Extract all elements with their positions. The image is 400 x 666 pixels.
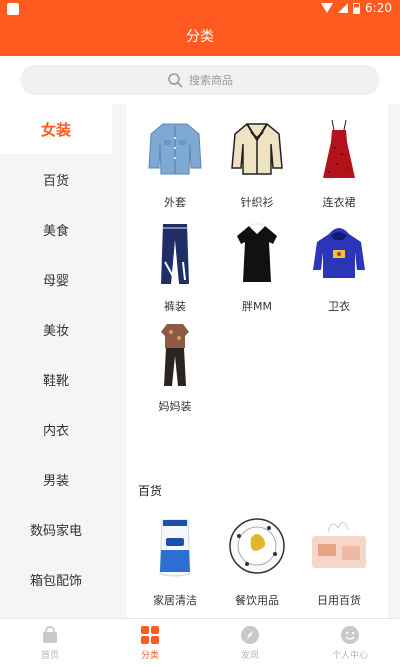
sidebar-item-label: 女装	[40, 120, 71, 139]
category-sidebar: 女装 百货 美食 母婴 美妆 鞋靴 内衣 男装 数码家电 箱包配饰	[0, 104, 112, 618]
sidebar-item-men[interactable]: 男装	[0, 454, 112, 504]
search-icon	[168, 73, 183, 88]
category-item-tableware[interactable]: 餐饮用品	[213, 516, 301, 608]
sidebar-item-label: 美妆	[42, 323, 69, 339]
category-label: 胖MM	[242, 300, 272, 313]
category-label: 家居清洁	[153, 594, 197, 607]
tab-label: 个人中心	[331, 650, 368, 661]
category-item-hoodie[interactable]: 卫衣	[295, 222, 383, 314]
category-content: … 衬衫 T恤 外套	[112, 104, 400, 618]
face-icon	[341, 625, 359, 644]
category-item-pants[interactable]: 裤装	[131, 222, 219, 314]
search-bar: 搜索商品	[0, 56, 400, 104]
compass-icon	[241, 625, 259, 644]
sidebar-item-shoes[interactable]: 鞋靴	[0, 354, 112, 404]
sidebar-item-bags[interactable]: 箱包配饰	[0, 554, 112, 604]
category-item-daily[interactable]: 日用百货	[295, 516, 383, 608]
sidebar-item-women[interactable]: 女装	[0, 104, 112, 154]
category-label: 日用百货	[317, 594, 361, 607]
category-item-cardigan[interactable]: 针织衫	[213, 118, 301, 210]
goods-category-card: 百货 家居清洁 餐饮用品 日用百货	[126, 470, 388, 618]
category-item-jacket[interactable]: 外套	[131, 118, 219, 210]
denim-jacket-icon	[148, 123, 202, 175]
bag-icon	[43, 625, 57, 643]
tab-label: 分类	[140, 650, 159, 661]
category-label: 连衣裙	[322, 196, 356, 209]
status-bar: 6:20	[0, 0, 400, 18]
category-label: 妈妈装	[158, 400, 192, 413]
tab-label: 首页	[40, 650, 59, 661]
bottom-tab-bar: 首页 分类 发现 个人中心	[0, 618, 400, 666]
tab-profile[interactable]: 个人中心	[300, 619, 400, 666]
category-label: 餐饮用品	[235, 594, 279, 607]
red-dress-icon	[323, 119, 355, 178]
category-label: 针织衫	[240, 196, 274, 209]
sidebar-item-label: 数码家电	[29, 523, 82, 539]
sidebar-item-label: 男装	[42, 473, 69, 489]
category-label: 裤装	[164, 300, 186, 313]
tab-label: 发现	[240, 650, 259, 661]
category-label: 卫衣	[328, 300, 350, 313]
category-item-plus-size[interactable]: 胖MM	[213, 222, 301, 314]
notification-icon	[7, 3, 19, 15]
sidebar-item-label: 内衣	[42, 423, 69, 439]
sidebar-item-label: 百货	[42, 173, 69, 189]
sidebar-item-label: 鞋靴	[42, 373, 69, 389]
signal-icon	[338, 3, 349, 13]
track-pants-icon	[161, 224, 189, 284]
category-item-mom-wear[interactable]: 妈妈装	[131, 322, 219, 414]
sidebar-item-label: 箱包配饰	[29, 573, 82, 589]
sidebar-item-food[interactable]: 美食	[0, 204, 112, 254]
plate-icon	[229, 518, 285, 574]
battery-icon	[353, 2, 361, 14]
sidebar-item-goods[interactable]: 百货	[0, 154, 112, 204]
status-time: 6:20	[365, 1, 392, 15]
sidebar-item-beauty[interactable]: 美妆	[0, 304, 112, 354]
sidebar-item-label: 母婴	[42, 273, 69, 289]
hoodie-icon	[313, 228, 365, 278]
tab-home[interactable]: 首页	[0, 619, 100, 666]
sidebar-item-label: 美食	[42, 223, 69, 239]
sidebar-item-baby[interactable]: 母婴	[0, 254, 112, 304]
category-item-cleaning[interactable]: 家居清洁	[131, 516, 219, 608]
status-icons: 6:20	[321, 1, 392, 15]
mom-outfit-icon	[161, 324, 189, 386]
page-title: 分类	[0, 18, 400, 56]
detergent-icon	[159, 519, 191, 577]
tissue-box-icon	[312, 522, 366, 568]
category-item-dress[interactable]: 连衣裙	[295, 118, 383, 210]
tab-category[interactable]: 分类	[100, 619, 200, 666]
search-placeholder: 搜索商品	[189, 74, 233, 87]
search-input[interactable]: 搜索商品	[20, 65, 380, 95]
black-dress-icon	[237, 223, 277, 282]
cardigan-icon	[231, 123, 283, 175]
sidebar-item-digital[interactable]: 数码家电	[0, 504, 112, 554]
sidebar-item-underwear[interactable]: 内衣	[0, 404, 112, 454]
tab-discover[interactable]: 发现	[200, 619, 300, 666]
wifi-icon	[321, 3, 334, 13]
section-title: 百货	[138, 484, 163, 498]
category-label: 外套	[164, 196, 186, 209]
grid-icon	[141, 625, 159, 644]
